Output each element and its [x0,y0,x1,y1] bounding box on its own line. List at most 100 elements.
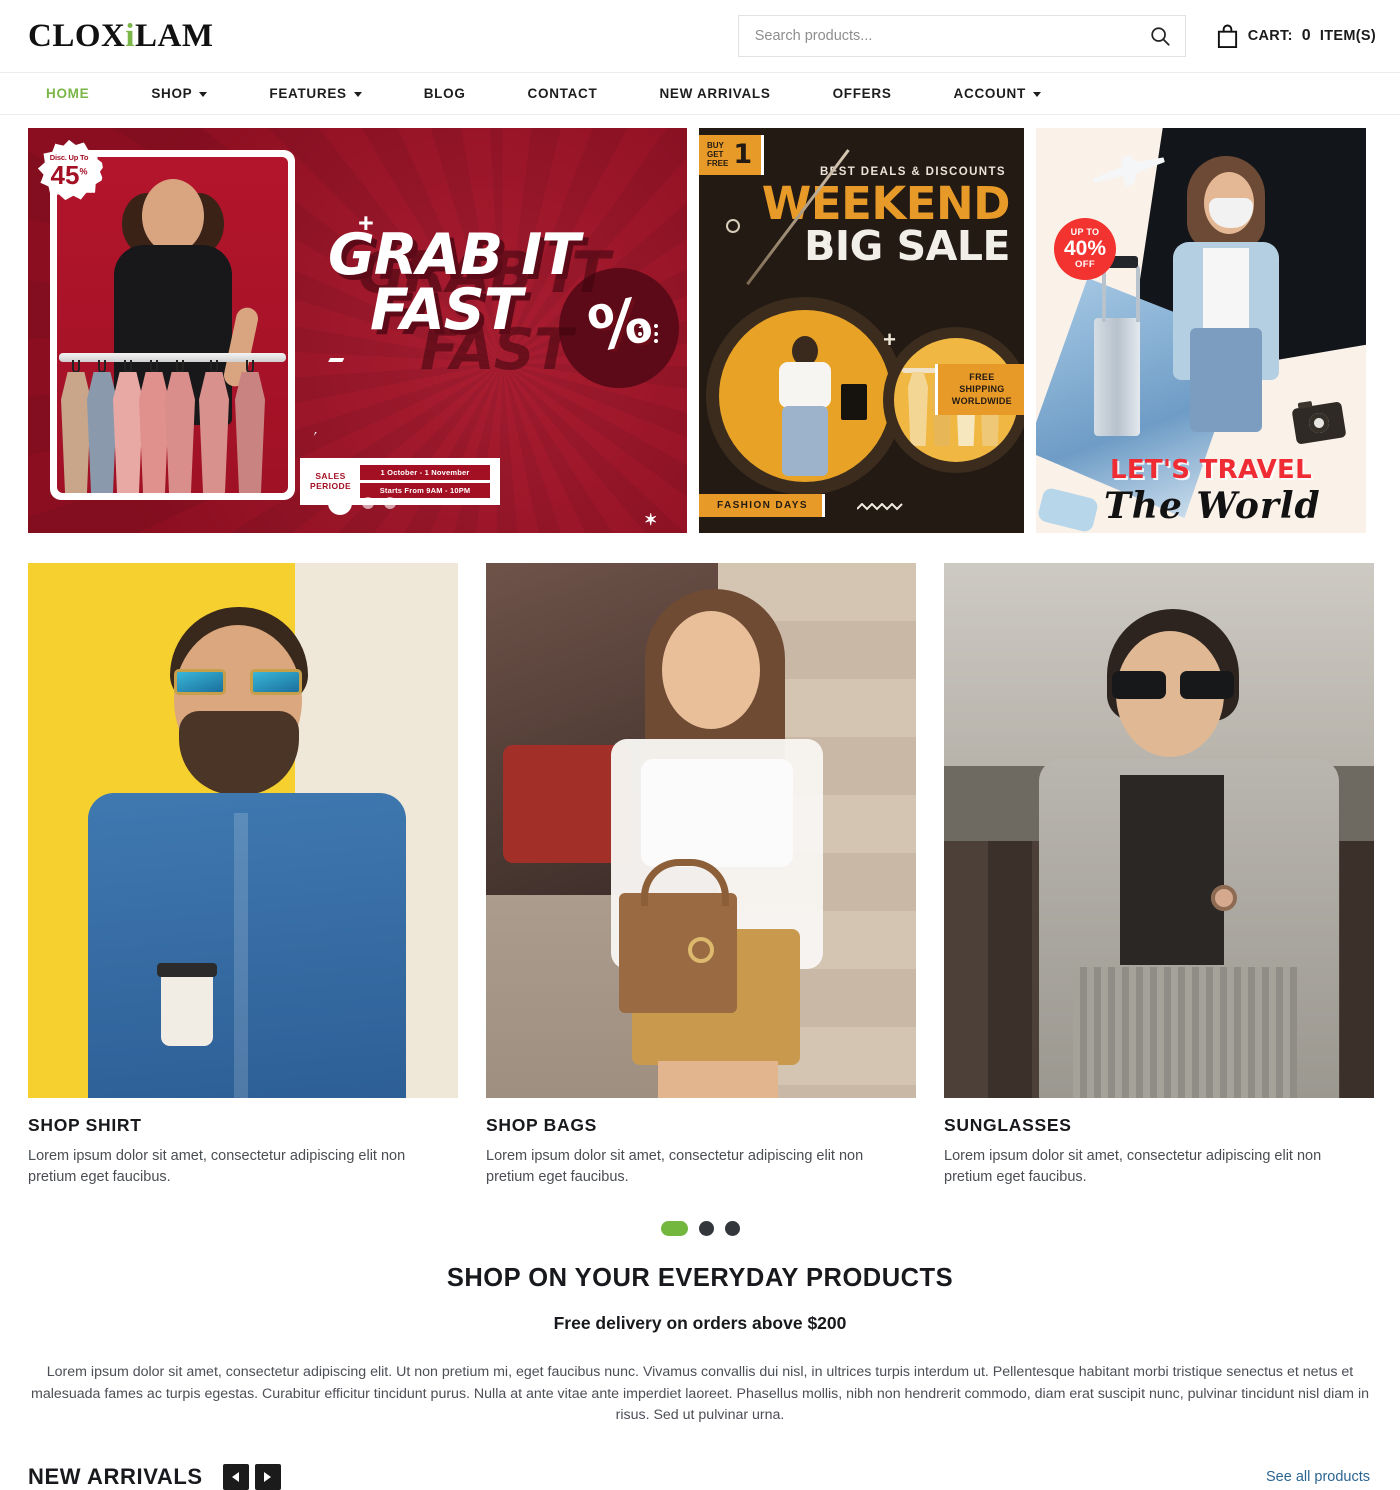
model-head [141,179,204,253]
chevron-down-icon [353,92,362,97]
site-header: CLOXiLAM CART: 0 ITEM(S) [0,0,1400,72]
new-arrivals-title: NEW ARRIVALS [28,1463,203,1489]
promo-subheading: Free delivery on orders above $200 [553,1313,847,1334]
badge-value: 45% [50,160,88,191]
cart-label: CART: [1247,28,1293,44]
banner3-model [1158,156,1294,432]
see-all-products-link[interactable]: See all products [1266,1469,1370,1485]
banner1-photo [57,157,288,493]
category-description: Lorem ipsum dolor sit amet, consectetur … [944,1148,1322,1186]
nav-label-new-arrivals: NEW ARRIVALS [659,86,771,101]
model-top [640,759,793,867]
new-arrivals-section: NEW ARRIVALS See all products [0,1427,1400,1490]
discount-badge-40: UP TO 40% OFF [1054,218,1116,280]
category-title: SUNGLASSES [944,1115,1072,1135]
sunglasses-prop [174,669,303,695]
promo-heading: SHOP ON YOUR EVERYDAY PRODUCTS [446,1264,954,1293]
sunglasses-prop [1111,671,1234,699]
main-navigation: HOME SHOP FEATURES BLOG CONTACT NEW ARRI… [0,72,1400,115]
header-right-group: CART: 0 ITEM(S) [737,15,1376,57]
hero-banner-weekend-big-sale[interactable]: BUY GET FREE 1 BEST DEALS & DISCOUNTS WE… [699,128,1024,533]
carousel-dot-1[interactable] [660,1221,688,1237]
category-card-shop-shirt[interactable]: SHOP SHIRT Lorem ipsum dolor sit amet, c… [28,563,458,1188]
banner1-title-line2: FAST [370,276,523,343]
banner1-title-line1: GRAB IT [328,222,580,288]
model-legs [658,1061,778,1098]
nav-label-shop: SHOP [151,86,193,101]
buy-get-free-badge: BUY GET FREE 1 [699,135,765,175]
category-image-sunglasses[interactable] [944,563,1374,1098]
nav-item-home[interactable]: HOME [46,86,89,101]
category-image-shop-bags[interactable] [486,563,916,1098]
category-carousel-dots[interactable] [0,1221,1400,1237]
shirt-placket [234,813,249,1098]
buy-get-free-text: BUY GET FREE [707,141,729,169]
search-input[interactable] [754,28,1149,44]
carousel-dot-3[interactable] [724,1221,740,1237]
nav-item-account[interactable]: ACCOUNT [954,86,1041,101]
nav-label-account: ACCOUNT [953,86,1026,101]
nav-label-contact: CONTACT [527,86,598,101]
logo-text-part1: CLOX [28,17,126,54]
sparkle-decoration-icon: ✶ [644,512,658,529]
banner3-title-line2: The World [1104,485,1321,527]
model-legs [782,406,828,476]
new-arrivals-prev-button[interactable] [222,1463,249,1490]
carousel-dot-2[interactable] [698,1221,714,1237]
chevron-right-icon [264,1471,272,1482]
model-face [662,611,761,729]
wristwatch-prop [1210,885,1237,911]
mask-prop-icon [1036,486,1100,533]
nav-item-offers[interactable]: OFFERS [833,86,892,101]
category-description: Lorem ipsum dolor sit amet, consectetur … [28,1148,406,1186]
logo-text-accent: i [125,17,136,54]
nav-item-shop[interactable]: SHOP [151,86,208,101]
cart-unit: ITEM(S) [1319,28,1376,44]
rail-garment [908,372,928,446]
hero-carousel-dots[interactable] [328,491,396,515]
hero-dot-1[interactable] [328,491,352,515]
hero-banner-lets-travel[interactable]: UP TO 40% OFF LET'S TRAVEL The World [1036,128,1366,533]
new-arrivals-next-button[interactable] [254,1463,281,1490]
nav-item-contact[interactable]: CONTACT [528,86,598,101]
search-box[interactable] [737,15,1186,57]
cart-count: 0 [1301,27,1311,44]
hero-banner-grab-it-fast[interactable]: Disc. Up To 45% % GRAB IT FAST GRAB IT F… [28,128,687,533]
hero-dot-3[interactable] [384,497,396,509]
nav-item-new-arrivals[interactable]: NEW ARRIVALS [659,86,770,101]
search-icon[interactable] [1149,25,1171,47]
lightning-bolt-icon [310,358,346,436]
banner1-photo-frame [50,150,295,500]
nav-label-blog: BLOG [423,86,466,101]
hero-dot-2[interactable] [362,497,374,509]
banner2-title-big-sale: BIG SALE [804,222,1010,270]
model-shirt [1203,248,1249,332]
category-title: SHOP SHIRT [28,1115,142,1135]
handbag-prop [619,859,738,1013]
category-image-shop-shirt[interactable] [28,563,458,1098]
shopping-bag-prop [841,384,867,420]
category-card-sunglasses[interactable]: SUNGLASSES Lorem ipsum dolor sit amet, c… [944,563,1374,1188]
cart-widget[interactable]: CART: 0 ITEM(S) [1216,24,1376,49]
buy-get-free-number: 1 [733,138,753,170]
suitcase-icon [1094,256,1140,436]
chevron-down-icon [1032,92,1041,97]
nav-label-offers: OFFERS [832,86,892,101]
logo-text-part2: LAM [135,17,214,54]
promo-section: SHOP ON YOUR EVERYDAY PRODUCTS Free deli… [0,1236,1400,1427]
category-card-shop-bags[interactable]: SHOP BAGS Lorem ipsum dolor sit amet, co… [486,563,916,1188]
shopping-bag-icon[interactable] [1216,24,1239,49]
nav-item-blog[interactable]: BLOG [424,86,466,101]
model-jeans [1190,328,1262,432]
nav-item-features[interactable]: FEATURES [269,86,362,101]
nav-label-features: FEATURES [269,86,347,101]
hero-banner-row: Disc. Up To 45% % GRAB IT FAST GRAB IT F… [0,115,1400,533]
banner2-title-weekend: WEEKEND [761,177,1011,230]
zigzag-decoration-icon [857,503,903,511]
sales-period-label: SALES PERIODE [310,470,352,491]
camera-icon [1291,401,1347,445]
model-inner-top [1120,775,1225,965]
model-skirt [1073,967,1297,1098]
site-logo[interactable]: CLOXiLAM [28,18,214,55]
chevron-down-icon [199,92,208,97]
